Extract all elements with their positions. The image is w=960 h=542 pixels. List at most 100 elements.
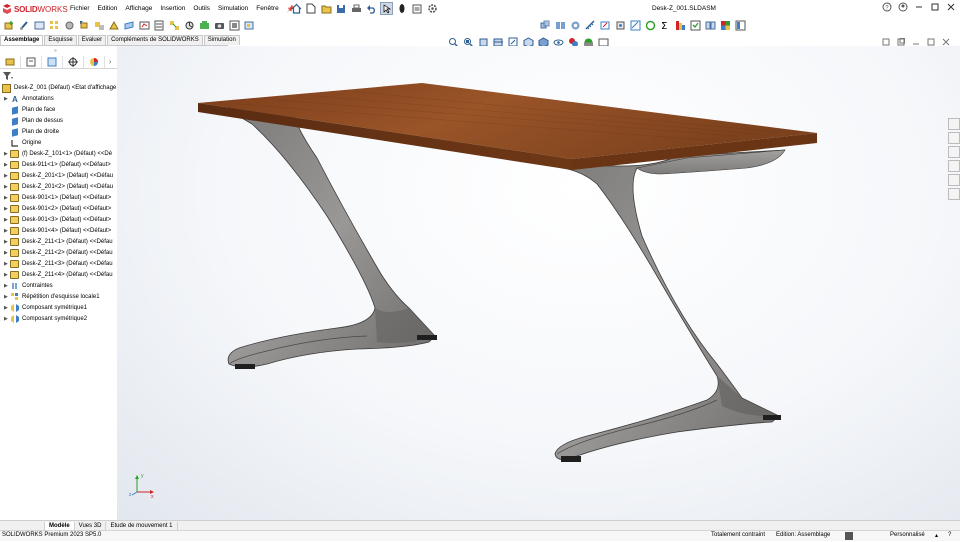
move-component-icon[interactable] <box>79 20 90 31</box>
mate-icon[interactable] <box>19 20 30 31</box>
tree-item-component[interactable]: ▶ Desk-Z_201<1> (Défaut) <<Défau <box>4 171 113 181</box>
clearance-verification-icon[interactable] <box>555 20 566 31</box>
large-assembly-icon[interactable] <box>229 20 240 31</box>
defeature-icon[interactable] <box>244 20 255 31</box>
minimize-icon[interactable] <box>914 2 924 14</box>
display-pane-icon[interactable] <box>735 20 746 31</box>
bottom-tab-scroll[interactable] <box>0 521 45 530</box>
tree-item-component[interactable]: ▶ Desk-901<4> (Défaut) <<Défaut> <box>4 226 111 236</box>
left-leg[interactable] <box>223 107 437 369</box>
tree-item-component[interactable]: ▶ Desk-Z_211<3> (Défaut) <<Défau <box>4 259 113 269</box>
new-document-icon[interactable] <box>305 3 317 15</box>
select-icon[interactable] <box>380 2 393 15</box>
check-active-document-icon[interactable] <box>690 20 701 31</box>
open-icon[interactable] <box>320 3 332 15</box>
component-preview-icon[interactable] <box>34 20 45 31</box>
print-icon[interactable] <box>350 3 362 15</box>
tree-item-component[interactable]: ▶ Desk-901<3> (Défaut) <<Défaut> <box>4 215 111 225</box>
tree-item-contraintes[interactable]: ▶ Contraintes <box>4 281 53 291</box>
mass-properties-icon[interactable] <box>615 20 626 31</box>
tab-esquisse[interactable]: Esquisse <box>44 35 77 45</box>
show-hidden-icon[interactable] <box>94 20 105 31</box>
filter-icon[interactable] <box>3 72 13 82</box>
help-tooltip-icon[interactable]: ? <box>948 532 951 538</box>
menu-edition[interactable]: Edition <box>98 5 118 13</box>
solidworks-logo[interactable]: SOLID WORKS <box>2 3 68 15</box>
section-properties-icon[interactable] <box>630 20 641 31</box>
menu-affichage[interactable]: Affichage <box>125 5 152 13</box>
panel-collapse-handle[interactable]: » <box>54 48 62 54</box>
tree-item-plan-de-droite[interactable]: Plan de droite <box>10 127 59 137</box>
instant3d-icon[interactable] <box>184 20 195 31</box>
options-icon[interactable] <box>426 3 438 15</box>
take-snapshot-icon[interactable] <box>214 20 225 31</box>
graphics-area[interactable]: z y x <box>117 46 960 520</box>
rebuild-icon[interactable] <box>396 3 408 15</box>
tree-item-component[interactable]: ▶ Desk-911<1> (Défaut) <<Défaut> <box>4 160 111 170</box>
view-palette-icon[interactable] <box>948 160 960 172</box>
menu-fichier[interactable]: Fichier <box>70 5 90 13</box>
home-icon[interactable] <box>290 3 302 15</box>
tab-evaluer[interactable]: Evaluer <box>77 35 107 45</box>
tree-item-symetrique2[interactable]: ▶ Composant symétrique2 <box>4 314 87 324</box>
dimxpert-manager-tab-icon[interactable] <box>63 56 84 68</box>
interference-detection-icon[interactable] <box>540 20 551 31</box>
appearances-scenes-icon[interactable] <box>948 174 960 186</box>
exploded-view-icon[interactable] <box>169 20 180 31</box>
tree-item-plan-de-dessus[interactable]: Plan de dessus <box>10 116 63 126</box>
property-manager-tab-icon[interactable] <box>21 56 42 68</box>
tree-root[interactable]: Desk-Z_001 (Défaut) <Etat d'affichage <box>2 83 116 93</box>
insert-component-icon[interactable] <box>4 20 15 31</box>
linear-pattern-icon[interactable] <box>49 20 60 31</box>
sensor-icon[interactable] <box>645 20 656 31</box>
undo-icon[interactable] <box>365 3 377 15</box>
tree-item-component[interactable]: ▶ Desk-901<2> (Défaut) <<Défaut> <box>4 204 111 214</box>
update-speedpak-icon[interactable] <box>199 20 210 31</box>
new-motion-study-icon[interactable] <box>139 20 150 31</box>
tree-item-repetition[interactable]: ▶ Répétition d'esquisse locale1 <box>4 292 100 302</box>
custom-properties-icon[interactable] <box>948 188 960 200</box>
right-leg[interactable] <box>554 149 786 462</box>
assembly-visualization-icon[interactable] <box>675 20 686 31</box>
menu-outils[interactable]: Outils <box>193 5 210 13</box>
design-library-icon[interactable] <box>948 132 960 144</box>
tree-item-origine[interactable]: Origine <box>10 138 41 148</box>
compare-documents-icon[interactable] <box>705 20 716 31</box>
tree-item-symetrique1[interactable]: ▶ Composant symétrique1 <box>4 303 87 313</box>
help-icon[interactable]: ? <box>882 2 892 14</box>
display-manager-tab-icon[interactable] <box>84 56 105 68</box>
file-explorer-icon[interactable] <box>948 146 960 158</box>
reference-geometry-icon[interactable] <box>124 20 135 31</box>
file-properties-icon[interactable] <box>411 3 423 15</box>
status-units[interactable]: Personnalisé <box>890 532 925 538</box>
manager-tabs-more-icon[interactable]: › <box>109 59 111 66</box>
tab-modele[interactable]: Modèle <box>45 521 75 530</box>
units-dropdown-icon[interactable]: ▴ <box>935 532 938 539</box>
feature-manager-tab-icon[interactable] <box>0 56 21 68</box>
restore-icon[interactable] <box>930 2 940 14</box>
tab-simulation[interactable]: Simulation <box>203 35 240 45</box>
solidworks-resources-icon[interactable] <box>948 118 960 130</box>
configuration-manager-tab-icon[interactable] <box>42 56 63 68</box>
tab-vues-3d[interactable]: Vues 3D <box>75 521 107 530</box>
bill-of-materials-icon[interactable] <box>154 20 165 31</box>
desk-model[interactable]: z y x <box>117 46 960 520</box>
equations-icon[interactable]: Σ <box>660 20 671 31</box>
appearance-icon[interactable] <box>720 20 731 31</box>
tree-item-component[interactable]: ▶ Desk-901<1> (Défaut) <<Défaut> <box>4 193 111 203</box>
tab-complements[interactable]: Compléments de SOLIDWORKS <box>107 35 203 45</box>
tree-item-plan-de-face[interactable]: Plan de face <box>10 105 55 115</box>
hole-alignment-icon[interactable] <box>570 20 581 31</box>
menu-simulation[interactable]: Simulation <box>218 5 248 13</box>
rebuild-status-icon[interactable] <box>845 532 853 542</box>
markup-icon[interactable] <box>600 20 611 31</box>
menu-insertion[interactable]: Insertion <box>160 5 185 13</box>
smart-fasteners-icon[interactable] <box>64 20 75 31</box>
tree-item-component[interactable]: ▶ Desk-Z_211<2> (Défaut) <<Défau <box>4 248 113 258</box>
close-icon[interactable] <box>946 2 956 14</box>
user-icon[interactable] <box>898 2 908 14</box>
tree-item-component[interactable]: ▶ (f) Desk-Z_101<1> (Défaut) <<Dé <box>4 149 112 159</box>
save-icon[interactable] <box>335 3 347 15</box>
measure-icon[interactable] <box>585 20 596 31</box>
tree-item-annotations[interactable]: ▶ A Annotations <box>4 94 54 104</box>
